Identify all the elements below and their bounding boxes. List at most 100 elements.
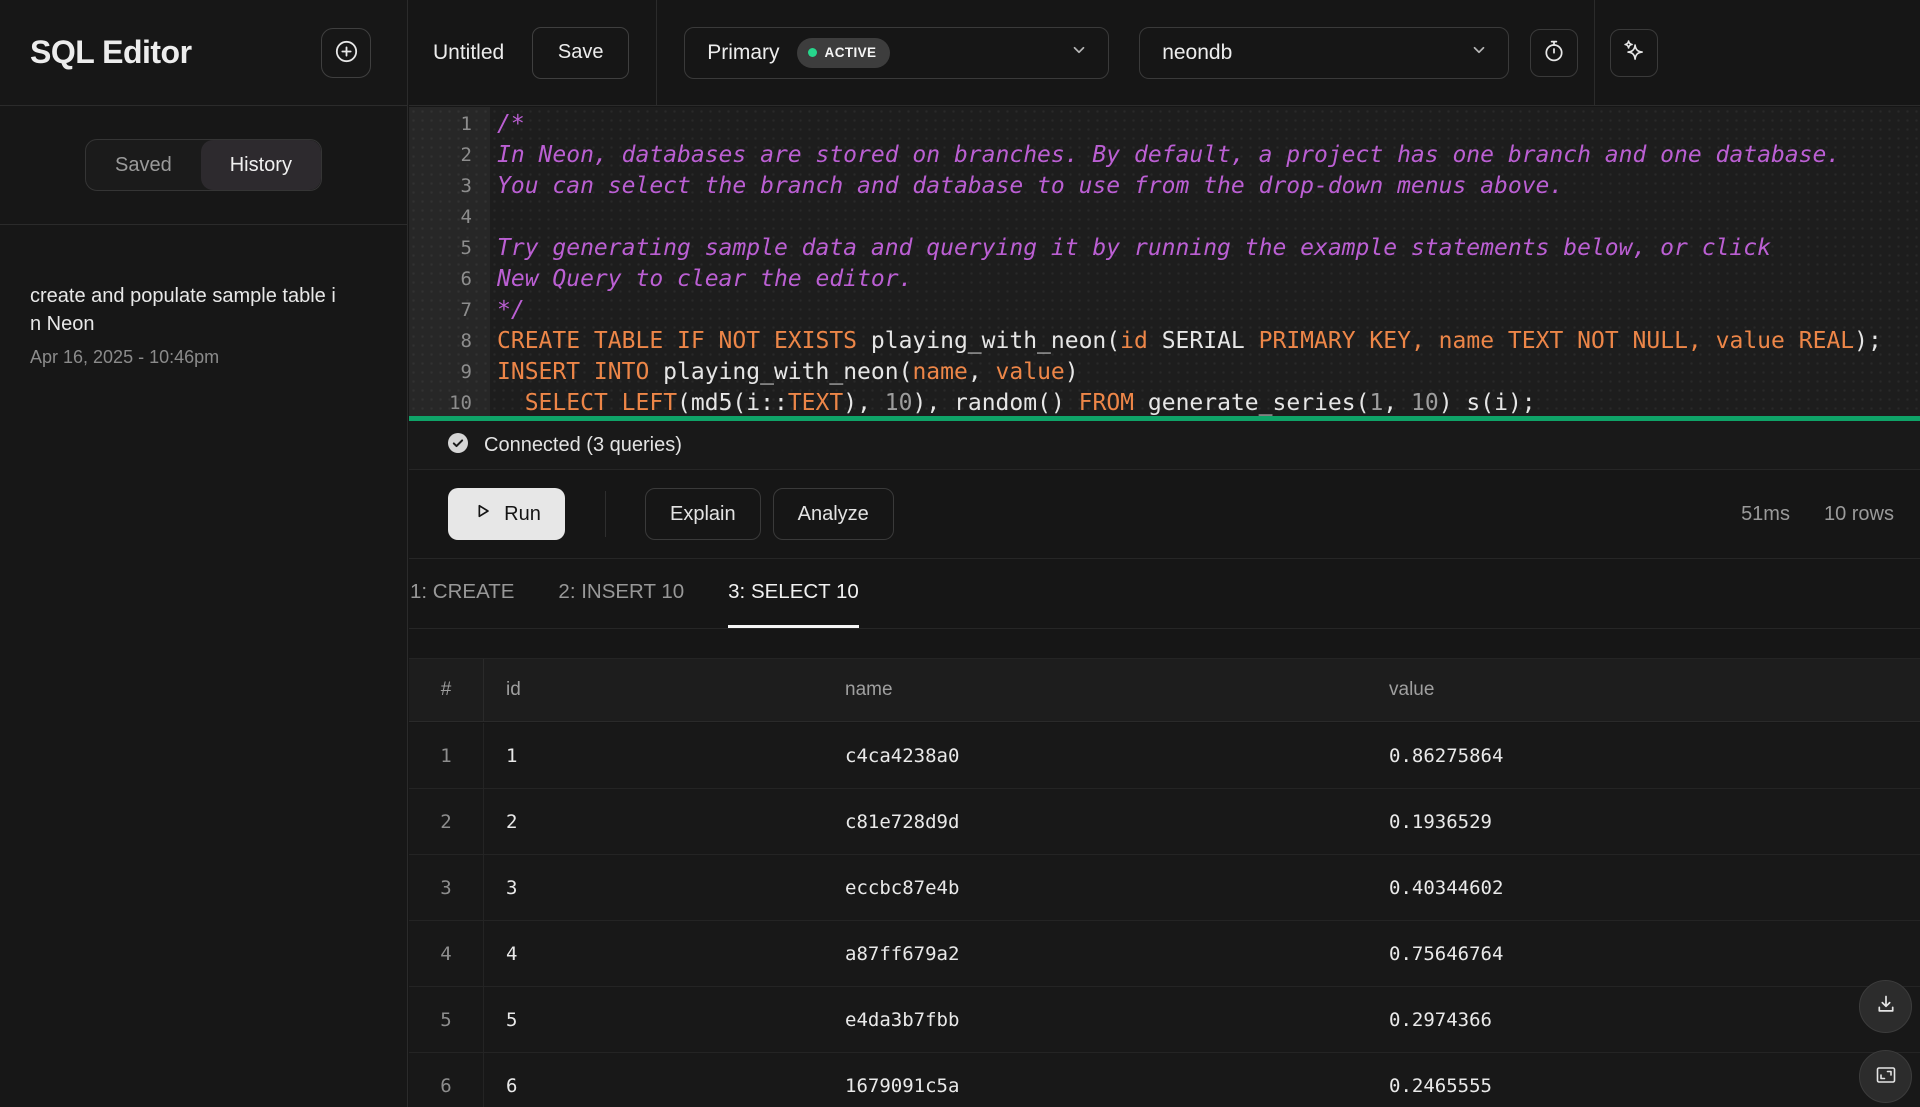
row-number-cell: 6 [409, 1053, 484, 1107]
line-number: 5 [409, 233, 472, 264]
code-text: INSERT INTO playing_with_neon(name, valu… [472, 357, 1079, 388]
code-text: Try generating sample data and querying … [472, 233, 1771, 264]
table-cell: 5 [484, 987, 823, 1052]
code-text [472, 202, 497, 233]
new-query-button[interactable] [321, 28, 371, 78]
run-button[interactable]: Run [448, 488, 565, 540]
history-item[interactable]: create and populate sample table in Neon… [30, 282, 377, 368]
table-cell: 6 [484, 1053, 823, 1107]
stopwatch-icon [1541, 38, 1567, 67]
row-number-cell: 2 [409, 789, 484, 854]
download-results-button[interactable] [1859, 980, 1912, 1033]
code-text: /* [472, 109, 525, 140]
row-number-cell: 5 [409, 987, 484, 1052]
table-cell: a87ff679a2 [823, 921, 1367, 986]
table-cell: 0.86275864 [1367, 723, 1920, 788]
code-text: In Neon, databases are stored on branche… [472, 140, 1840, 171]
sql-editor-app: SQL Editor Saved History create and popu… [0, 0, 1920, 1107]
branch-select[interactable]: Primary ACTIVE [684, 27, 1109, 79]
line-number: 6 [409, 264, 472, 295]
code-line: 9INSERT INTO playing_with_neon(name, val… [409, 357, 1920, 388]
code-text: You can select the branch and database t… [472, 171, 1563, 202]
table-cell: 3 [484, 855, 823, 920]
actions-divider [605, 491, 606, 537]
table-cell: c81e728d9d [823, 789, 1367, 854]
result-tab-1[interactable]: 1: CREATE [410, 559, 514, 628]
line-number: 7 [409, 295, 472, 326]
code-text: */ [472, 295, 525, 326]
query-duration: 51ms [1741, 503, 1790, 526]
ai-assist-button[interactable] [1610, 29, 1658, 77]
table-cell: 1679091c5a [823, 1053, 1367, 1107]
row-number-cell: 3 [409, 855, 484, 920]
code-text: SELECT LEFT(md5(i::TEXT), 10), random() … [472, 388, 1536, 419]
query-history-timer-button[interactable] [1530, 29, 1578, 77]
column-header: value [1367, 659, 1920, 721]
code-line: 5Try generating sample data and querying… [409, 233, 1920, 264]
topbar-divider [656, 0, 657, 105]
sql-editor-input[interactable]: 1/*2In Neon, databases are stored on bra… [409, 107, 1920, 421]
row-number-cell: 4 [409, 921, 484, 986]
table-cell: 4 [484, 921, 823, 986]
analyze-button[interactable]: Analyze [773, 488, 894, 540]
line-number: 3 [409, 171, 472, 202]
sidebar-header: SQL Editor [0, 0, 407, 106]
code-lines: 1/*2In Neon, databases are stored on bra… [409, 109, 1920, 419]
table-row: 55e4da3b7fbb0.2974366 [409, 987, 1920, 1053]
topbar: Untitled Save Primary ACTIVE neondb [409, 0, 1920, 106]
result-tab-2[interactable]: 2: INSERT 10 [558, 559, 684, 628]
tab-saved[interactable]: Saved [86, 140, 201, 190]
table-cell: 0.2465555 [1367, 1053, 1920, 1107]
row-number-cell: 1 [409, 723, 484, 788]
code-text: CREATE TABLE IF NOT EXISTS playing_with_… [472, 326, 1882, 357]
table-row: 661679091c5a0.2465555 [409, 1053, 1920, 1107]
line-number: 9 [409, 357, 472, 388]
line-number: 8 [409, 326, 472, 357]
table-header: #idnamevalue [409, 658, 1920, 722]
table-cell: c4ca4238a0 [823, 723, 1367, 788]
expand-results-button[interactable] [1859, 1050, 1912, 1103]
table-body: 11c4ca4238a00.8627586422c81e728d9d0.1936… [409, 723, 1920, 1107]
result-tabs: 1: CREATE 2: INSERT 10 3: SELECT 10 [409, 558, 1920, 629]
page-title: SQL Editor [30, 34, 192, 71]
tab-history[interactable]: History [201, 140, 321, 190]
table-cell: 0.2974366 [1367, 987, 1920, 1052]
line-number: 1 [409, 109, 472, 140]
code-line: 8CREATE TABLE IF NOT EXISTS playing_with… [409, 326, 1920, 357]
branch-status-badge: ACTIVE [797, 38, 891, 68]
table-row: 44a87ff679a20.75646764 [409, 921, 1920, 987]
active-dot-icon [808, 48, 817, 57]
sparkles-icon [1621, 38, 1647, 67]
query-title[interactable]: Untitled [433, 41, 504, 65]
code-line: 6New Query to clear the editor. [409, 264, 1920, 295]
table-cell: 1 [484, 723, 823, 788]
explain-button[interactable]: Explain [645, 488, 761, 540]
database-select[interactable]: neondb [1139, 27, 1509, 79]
line-number: 2 [409, 140, 472, 171]
plus-circle-icon [333, 38, 360, 68]
sidebar: SQL Editor Saved History create and popu… [0, 0, 408, 1107]
chevron-down-icon [1070, 41, 1088, 64]
connection-status-text: Connected (3 queries) [484, 434, 682, 457]
actions-row: Run Explain Analyze 51ms 10 rows [409, 470, 1920, 558]
table-cell: 0.75646764 [1367, 921, 1920, 986]
code-line: 7*/ [409, 295, 1920, 326]
main-panel: Untitled Save Primary ACTIVE neondb [409, 0, 1920, 1107]
table-row: 33eccbc87e4b0.40344602 [409, 855, 1920, 921]
line-number: 10 [409, 388, 472, 419]
line-number: 4 [409, 202, 472, 233]
table-cell: 2 [484, 789, 823, 854]
download-icon [1874, 993, 1898, 1020]
code-line: 1/* [409, 109, 1920, 140]
table-cell: e4da3b7fbb [823, 987, 1367, 1052]
results-panel: #idnamevalue 11c4ca4238a00.8627586422c81… [409, 629, 1920, 1107]
table-row: 11c4ca4238a00.86275864 [409, 723, 1920, 789]
history-item-title: create and populate sample table in Neon [30, 282, 342, 339]
result-tab-3[interactable]: 3: SELECT 10 [728, 559, 859, 628]
column-header: name [823, 659, 1367, 721]
save-button[interactable]: Save [532, 27, 629, 79]
topbar-divider [1594, 0, 1595, 106]
play-icon [472, 500, 494, 528]
code-line: 4 [409, 202, 1920, 233]
query-metrics: 51ms 10 rows [1741, 503, 1894, 526]
